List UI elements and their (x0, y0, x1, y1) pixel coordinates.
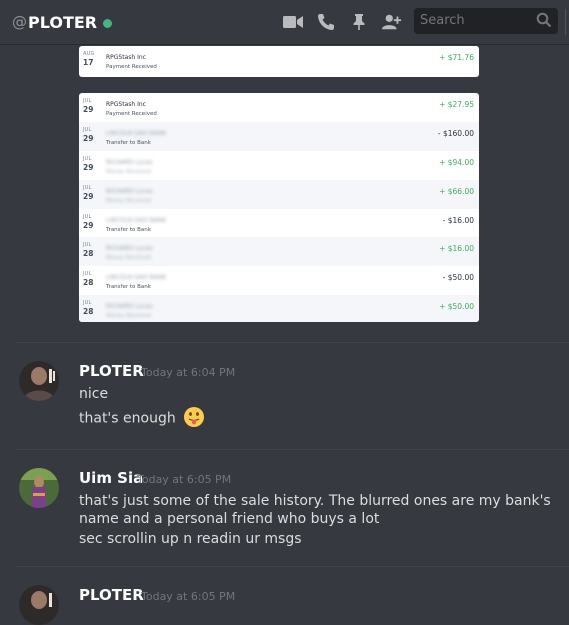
header-toolbar (283, 12, 402, 32)
transaction-month: AUG (83, 51, 95, 57)
transaction-day: 28 (83, 249, 94, 259)
pin-icon[interactable] (349, 12, 369, 32)
transaction-amount: + $66.00 (439, 186, 474, 196)
transaction-month: JUL (83, 271, 92, 278)
transaction-description: Money Received (106, 197, 152, 204)
transaction-row: AUG 17 RPGStash Inc Payment Received + $71.7… (79, 46, 479, 75)
search-placeholder: Search (420, 13, 465, 28)
transaction-name: RPGStash Inc (106, 54, 146, 61)
transaction-day: 29 (83, 105, 94, 114)
transaction-name: RICHARD Lucas (106, 187, 153, 195)
message-divider (16, 566, 569, 567)
transaction-day: 29 (83, 133, 94, 143)
search-input[interactable]: Search (414, 8, 558, 34)
transaction-row: JUL 28 LINCOLN SAVI BANK Transfer to Bank - … (79, 266, 479, 295)
message-text: sec scrollin up n readin ur msgs (79, 531, 302, 547)
transaction-row: JUL 29 RICHARD Lucas Money Received + $94.00 (79, 151, 479, 180)
transaction-amount: - $160.00 (437, 128, 474, 138)
transaction-name: RICHARD Lucas (106, 303, 153, 311)
transaction-name: LINCOLN SAVI BANK (106, 216, 167, 224)
transaction-day: 29 (83, 220, 94, 230)
transaction-day: 28 (83, 278, 94, 288)
transaction-description: Money Received (106, 168, 152, 175)
transaction-description: Transfer to Bank (106, 284, 151, 291)
message-timestamp: Today at 6:05 PM (137, 473, 232, 486)
transaction-day: 29 (83, 191, 94, 201)
transaction-row: JUL 29 LINCOLN SAVI BANK Transfer to Bank - … (79, 209, 479, 238)
transaction-name: LINCOLN SAVI BANK (106, 274, 167, 282)
transaction-description: Payment Received (106, 64, 157, 70)
message-divider (16, 342, 569, 343)
transaction-month: JUL (83, 300, 92, 307)
transaction-description: Transfer to Bank (106, 226, 151, 233)
message-text: that's enough (79, 407, 205, 428)
message-text: that's just some of the sale history. Th… (79, 493, 551, 527)
voice-call-icon[interactable] (316, 12, 336, 32)
transaction-amount: + $94.00 (439, 157, 474, 167)
transaction-description: Money Received (106, 255, 152, 262)
transaction-image-top[interactable]: AUG 17 RPGStash Inc Payment Received + $71.7… (79, 46, 479, 77)
transaction-name: RPGStash Inc (106, 101, 146, 108)
transaction-amount: + $71.76 (439, 53, 474, 62)
avatar[interactable] (19, 585, 59, 625)
transaction-month: JUL (83, 155, 92, 162)
message-timestamp: Today at 6:05 PM (141, 590, 236, 603)
transaction-month: JUL (83, 98, 92, 104)
message-divider (16, 449, 569, 450)
transaction-row: JUL 29 RICHARD Lucas Money Received + $66.00 (79, 179, 479, 209)
transaction-day: 28 (83, 307, 94, 317)
transaction-amount: - $50.00 (442, 273, 474, 283)
transaction-month: JUL (83, 213, 92, 220)
message-author[interactable]: Uim Sia (79, 469, 143, 487)
message-text-content: that's enough (79, 410, 176, 427)
transaction-description: Money Received (106, 313, 152, 320)
transaction-name: LINCOLN SAVI BANK (106, 129, 167, 137)
transaction-day: 17 (83, 58, 94, 67)
header-edge-divider (565, 9, 566, 35)
message-author[interactable]: PLOTER (79, 362, 144, 380)
online-status-indicator (103, 18, 113, 28)
transaction-name: RICHARD Lucas (106, 158, 153, 166)
transaction-month: JUL (83, 242, 92, 249)
dm-at-symbol: @ (12, 13, 27, 31)
transaction-amount: + $50.00 (439, 302, 474, 312)
search-icon[interactable] (536, 12, 552, 32)
transaction-month: JUL (83, 126, 92, 133)
message-timestamp: Today at 6:04 PM (141, 366, 236, 379)
transaction-amount: + $16.00 (439, 244, 474, 254)
avatar[interactable] (19, 361, 59, 401)
transaction-description: Transfer to Bank (106, 139, 151, 146)
transaction-row: JUL 29 RPGStash Inc Payment Received + $27.9… (79, 93, 479, 122)
transaction-day: 29 (83, 162, 94, 172)
add-friend-icon[interactable] (382, 12, 402, 32)
transaction-month: JUL (83, 184, 92, 191)
avatar[interactable] (19, 468, 59, 508)
video-call-icon[interactable] (283, 12, 303, 32)
tongue-emoji-icon (184, 407, 205, 427)
channel-header: @ PLOTER Search (0, 0, 569, 44)
transaction-description: Payment Received (106, 111, 157, 117)
message-text: nice (79, 386, 109, 402)
transaction-row: JUL 28 RICHARD Lucas Money Received + $50.00 (79, 295, 479, 322)
message-author[interactable]: PLOTER (79, 586, 144, 604)
transaction-row: JUL 28 RICHARD Lucas Money Received + $16.00 (79, 237, 479, 267)
channel-title: PLOTER (28, 12, 98, 32)
transaction-image[interactable]: JUL 29 RPGStash Inc Payment Received + $27.9… (79, 93, 479, 322)
transaction-name: RICHARD Lucas (106, 245, 153, 253)
transaction-amount: + $27.95 (439, 100, 474, 109)
transaction-amount: - $16.00 (442, 215, 474, 225)
transaction-row: JUL 29 LINCOLN SAVI BANK Transfer to Bank - … (79, 121, 479, 151)
